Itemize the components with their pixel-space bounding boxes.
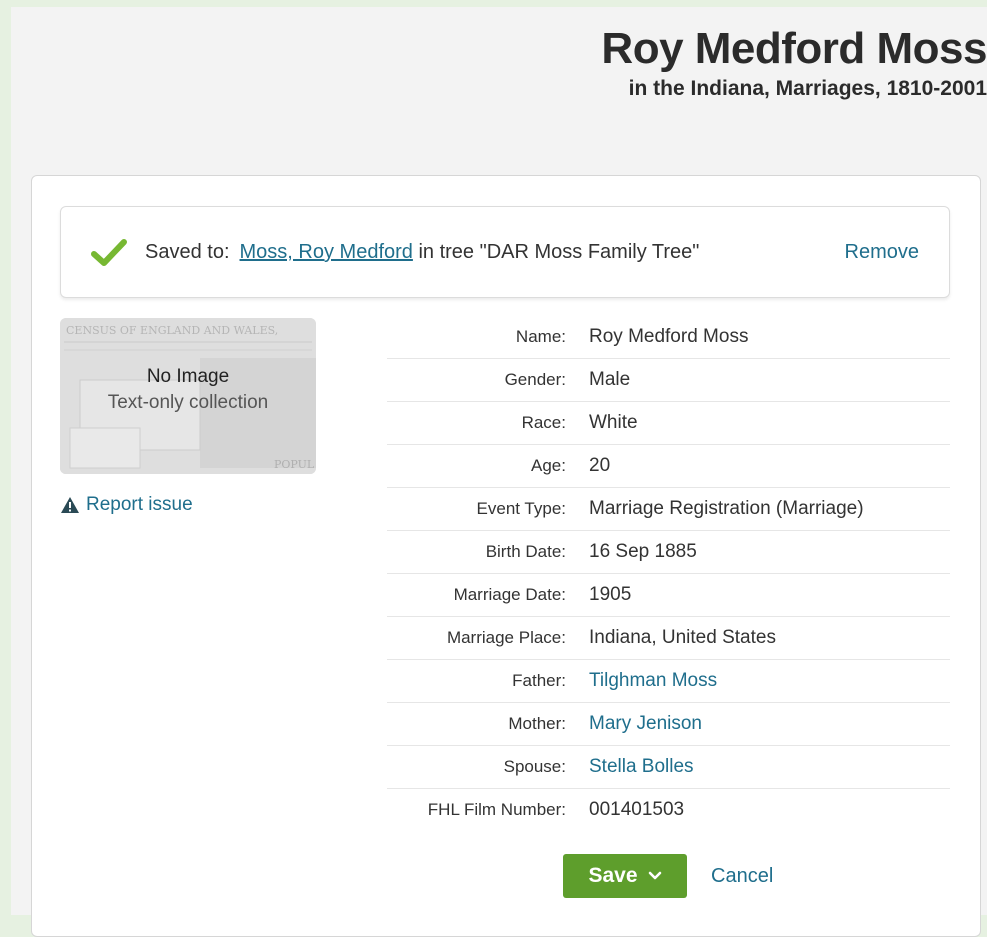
- saved-text: Saved to: Moss, Roy Medford in tree "DAR …: [145, 241, 699, 264]
- warning-icon: [61, 497, 79, 513]
- detail-value: Roy Medford Moss: [589, 326, 749, 347]
- page-subtitle: in the Indiana, Marriages, 1810-2001: [628, 77, 987, 100]
- detail-row: Age: 20: [387, 445, 950, 488]
- chevron-down-icon: [648, 871, 661, 880]
- report-issue-link[interactable]: Report issue: [60, 494, 193, 516]
- detail-row: Race: White: [387, 402, 950, 445]
- detail-label: Race:: [521, 413, 566, 432]
- detail-value-link[interactable]: Tilghman Moss: [589, 670, 717, 692]
- detail-row: Birth Date: 16 Sep 1885: [387, 531, 950, 574]
- detail-value: White: [589, 412, 638, 433]
- detail-value: 001401503: [589, 799, 685, 820]
- record-image-thumbnail[interactable]: CENSUS OF ENGLAND AND WALES, POPUL No Im…: [60, 318, 316, 474]
- detail-row: Event Type: Marriage Registration (Marria…: [387, 488, 950, 531]
- detail-row: Name: Roy Medford Moss: [387, 316, 950, 359]
- no-image-subtitle: Text-only collection: [107, 392, 269, 413]
- report-issue-label: Report issue: [86, 494, 193, 515]
- checkmark-icon: [91, 239, 127, 266]
- no-image-title: No Image: [146, 366, 230, 387]
- record-details-table: Name: Roy Medford Moss Gender: Male Race: Whi…: [387, 316, 950, 831]
- remove-button[interactable]: Remove: [845, 241, 919, 264]
- detail-label: Gender:: [504, 370, 566, 389]
- detail-value: Marriage Registration (Marriage): [589, 498, 864, 519]
- page-header: Roy Medford Moss in the Indiana, Marriag…: [601, 25, 987, 101]
- detail-value: Indiana, United States: [589, 627, 776, 648]
- detail-label: Name:: [515, 327, 566, 346]
- save-button-label: Save: [588, 864, 638, 887]
- page-title: Roy Medford Moss: [601, 24, 987, 73]
- detail-label: Age:: [531, 456, 566, 475]
- detail-label: Event Type:: [476, 499, 566, 518]
- detail-label: FHL Film Number:: [427, 800, 566, 819]
- detail-row: Marriage Place: Indiana, United States: [387, 617, 950, 660]
- detail-label: Mother:: [508, 714, 566, 733]
- detail-value-link[interactable]: Mary Jenison: [589, 713, 702, 735]
- record-page: Roy Medford Moss in the Indiana, Marriag…: [11, 7, 987, 937]
- detail-value: 16 Sep 1885: [589, 541, 697, 562]
- detail-value: 20: [589, 455, 611, 476]
- record-card: Saved to: Moss, Roy Medford in tree "DAR …: [31, 175, 981, 937]
- detail-row: Gender: Male: [387, 359, 950, 402]
- detail-label: Spouse:: [503, 757, 566, 776]
- thumbnail-caption: No Image Text-only collection: [60, 366, 316, 414]
- thumb-bg-text-1: CENSUS OF ENGLAND AND WALES,: [66, 324, 278, 337]
- saved-person-link[interactable]: Moss, Roy Medford: [240, 241, 413, 263]
- detail-row: Mother: Mary Jenison: [387, 703, 950, 746]
- detail-row: Marriage Date: 1905: [387, 574, 950, 617]
- detail-label: Birth Date:: [485, 542, 566, 561]
- detail-label: Marriage Place:: [446, 628, 566, 647]
- detail-label: Marriage Date:: [453, 585, 566, 604]
- detail-value: 1905: [589, 584, 632, 605]
- saved-label: Saved to:: [145, 241, 230, 263]
- saved-tree-text: in tree "DAR Moss Family Tree": [412, 241, 700, 263]
- detail-row: Father: Tilghman Moss: [387, 660, 950, 703]
- saved-to-banner: Saved to: Moss, Roy Medford in tree "DAR …: [60, 206, 950, 298]
- record-actions: Save Cancel: [563, 854, 773, 898]
- detail-label: Father:: [512, 671, 566, 690]
- save-button[interactable]: Save: [563, 854, 687, 898]
- cancel-button[interactable]: Cancel: [711, 865, 773, 888]
- detail-row: FHL Film Number: 001401503: [387, 789, 950, 831]
- thumb-bg-text-2: POPUL: [274, 458, 315, 471]
- detail-value-link[interactable]: Stella Bolles: [589, 756, 694, 778]
- detail-value: Male: [589, 369, 631, 390]
- detail-row: Spouse: Stella Bolles: [387, 746, 950, 789]
